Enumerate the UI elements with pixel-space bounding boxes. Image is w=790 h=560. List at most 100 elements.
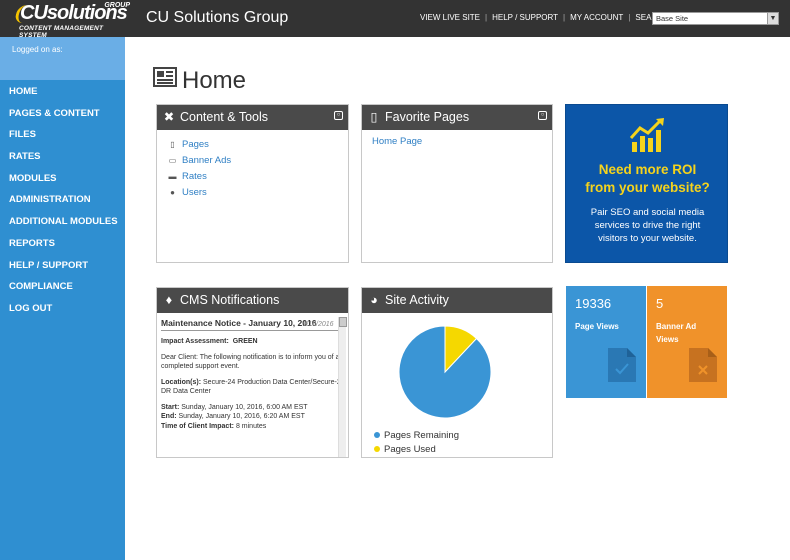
banner-ad-views-value: 5 bbox=[656, 296, 664, 311]
start-label: Start: bbox=[161, 403, 180, 411]
settings-icon[interactable]: ○ bbox=[538, 111, 547, 120]
growth-chart-icon bbox=[629, 118, 664, 152]
document-x-icon bbox=[689, 348, 717, 382]
impact-assessment: Impact Assessment: GREEN bbox=[161, 337, 346, 347]
stat-banner-ad-views[interactable]: 5 Banner Ad Views bbox=[647, 286, 727, 398]
notice-date: 1/10/2016 bbox=[302, 321, 334, 328]
settings-icon[interactable]: ○ bbox=[334, 111, 343, 120]
ad-headline-line: from your website? bbox=[585, 180, 710, 195]
favorite-pages-title: Favorite Pages bbox=[385, 110, 470, 124]
sidebar-nav: HOME PAGES & CONTENT FILES RATES MODULES… bbox=[0, 81, 125, 320]
location-label: Location(s): bbox=[161, 378, 202, 386]
notice-start: Start: Sunday, January 10, 2016, 6:00 AM… bbox=[161, 403, 346, 413]
sidebar-item-modules[interactable]: MODULES bbox=[0, 168, 125, 190]
scrollbar-thumb[interactable] bbox=[339, 317, 347, 327]
app-title: CU Solutions Group bbox=[146, 9, 289, 26]
cms-notifications-header: ♦ CMS Notifications bbox=[157, 288, 348, 313]
tool-label[interactable]: Pages bbox=[182, 139, 209, 150]
content-tools-panel: ✖ Content & Tools ○ ▯ Pages ▭ Banner Ads … bbox=[156, 104, 349, 263]
tools-icon: ✖ bbox=[163, 110, 175, 124]
legend-label: Pages Remaining bbox=[384, 429, 459, 441]
notice-intro: Dear Client: The following notification … bbox=[161, 353, 340, 371]
sidebar-item-reports[interactable]: REPORTS bbox=[0, 233, 125, 255]
tool-label[interactable]: Users bbox=[182, 187, 207, 198]
banner-ad-views-label: Banner Ad Views bbox=[656, 322, 697, 344]
help-support-link[interactable]: HELP / SUPPORT bbox=[492, 13, 558, 22]
legend-item-pages-remaining: Pages Remaining bbox=[374, 428, 459, 442]
rates-icon: ▬ bbox=[168, 171, 177, 181]
bell-icon: ♦ bbox=[165, 293, 173, 307]
banner-icon: ▭ bbox=[168, 155, 177, 165]
logged-on-label: Logged on as: bbox=[0, 37, 125, 80]
favorite-link-home-page[interactable]: Home Page bbox=[372, 136, 542, 147]
legend-item-pages-used: Pages Used bbox=[374, 442, 459, 456]
content-tools-body: ▯ Pages ▭ Banner Ads ▬ Rates ● Users bbox=[157, 130, 348, 205]
notice-times: Start: Sunday, January 10, 2016, 6:00 AM… bbox=[161, 403, 346, 432]
ad-body-line: Pair SEO and social media bbox=[590, 207, 705, 218]
sidebar-item-pages-content[interactable]: PAGES & CONTENT bbox=[0, 103, 125, 125]
newspaper-icon bbox=[153, 67, 177, 87]
chevron-down-icon[interactable]: ▼ bbox=[767, 13, 778, 24]
sidebar-item-log-out[interactable]: LOG OUT bbox=[0, 298, 125, 320]
tool-label[interactable]: Banner Ads bbox=[182, 155, 231, 166]
page-title: Home bbox=[182, 67, 247, 94]
start-value: Sunday, January 10, 2016, 6:00 AM EST bbox=[181, 403, 308, 411]
page-views-label: Page Views bbox=[575, 322, 619, 331]
sidebar-item-files[interactable]: FILES bbox=[0, 124, 125, 146]
site-select-value: Base Site bbox=[656, 14, 689, 23]
site-activity-header: ◕ Site Activity bbox=[362, 288, 552, 313]
users-icon: ● bbox=[170, 187, 175, 197]
sidebar-item-help-support[interactable]: HELP / SUPPORT bbox=[0, 255, 125, 277]
sidebar-item-home[interactable]: HOME bbox=[0, 81, 125, 103]
notice-title-text: Maintenance Notice - January 10, 2016 bbox=[161, 318, 317, 328]
logo[interactable]: CUsolutions GROUP CONTENT MANAGEMENT SYS… bbox=[13, 2, 130, 39]
sidebar-item-administration[interactable]: ADMINISTRATION bbox=[0, 189, 125, 211]
notice-title: Maintenance Notice - January 10, 20161/1… bbox=[161, 318, 346, 331]
document-check-icon bbox=[608, 348, 636, 382]
ad-body: Pair SEO and social media services to dr… bbox=[566, 206, 729, 245]
tool-item-rates[interactable]: ▬ Rates bbox=[167, 168, 338, 184]
impact-value: GREEN bbox=[232, 338, 258, 345]
view-live-site-link[interactable]: VIEW LIVE SITE bbox=[420, 13, 480, 22]
my-account-link[interactable]: MY ACCOUNT bbox=[570, 13, 623, 22]
tool-item-banner-ads[interactable]: ▭ Banner Ads bbox=[167, 152, 338, 168]
impact-label: Impact Assessment: bbox=[161, 338, 229, 345]
nav-separator: | bbox=[628, 13, 631, 22]
notification-content: Maintenance Notice - January 10, 20161/1… bbox=[157, 313, 350, 458]
time-value: 8 minutes bbox=[235, 422, 267, 430]
favorite-pages-panel: ▯ Favorite Pages ○ Home Page bbox=[361, 104, 553, 263]
tool-label[interactable]: Rates bbox=[182, 171, 207, 182]
time-label: Time of Client Impact: bbox=[161, 422, 234, 430]
top-bar: CUsolutions GROUP CONTENT MANAGEMENT SYS… bbox=[0, 0, 790, 39]
site-select[interactable]: Base Site ▼ bbox=[652, 12, 779, 25]
nav-separator: | bbox=[563, 13, 566, 22]
site-activity-title: Site Activity bbox=[385, 293, 449, 307]
top-nav: VIEW LIVE SITE | HELP / SUPPORT | MY ACC… bbox=[420, 13, 669, 22]
page-views-value: 19336 bbox=[575, 296, 612, 311]
content-tools-title: Content & Tools bbox=[180, 110, 269, 124]
pie-chart-icon: ◕ bbox=[370, 293, 378, 307]
tool-item-users[interactable]: ● Users bbox=[167, 184, 338, 200]
sidebar-item-compliance[interactable]: COMPLIANCE bbox=[0, 276, 125, 298]
notice-location: Location(s): Secure-24 Production Data C… bbox=[161, 378, 346, 397]
ad-body-line: services to drive the right bbox=[594, 220, 701, 231]
ad-body-line: visitors to your website. bbox=[598, 233, 697, 244]
notification-scrollbar[interactable] bbox=[338, 317, 347, 457]
sidebar: Logged on as: HOME PAGES & CONTENT FILES… bbox=[0, 37, 125, 560]
sidebar-item-rates[interactable]: RATES bbox=[0, 146, 125, 168]
ad-headline: Need more ROI from your website? bbox=[566, 161, 729, 197]
site-activity-panel: ◕ Site Activity Pages Remaining Pages Use… bbox=[361, 287, 553, 458]
document-icon: ▯ bbox=[370, 110, 378, 124]
tool-item-pages[interactable]: ▯ Pages bbox=[167, 136, 338, 152]
stat-page-views[interactable]: 19336 Page Views bbox=[566, 286, 646, 398]
pie-legend: Pages Remaining Pages Used bbox=[374, 428, 459, 456]
site-activity-pie-chart bbox=[398, 325, 492, 419]
notice-impact-time: Time of Client Impact: 8 minutes bbox=[161, 422, 346, 432]
content-tools-header: ✖ Content & Tools ○ bbox=[157, 105, 348, 130]
roi-ad-banner[interactable]: Need more ROI from your website? Pair SE… bbox=[565, 104, 728, 263]
sidebar-item-additional-modules[interactable]: ADDITIONAL MODULES bbox=[0, 211, 125, 233]
legend-dot-blue bbox=[374, 432, 380, 438]
legend-dot-yellow bbox=[374, 446, 380, 452]
page-icon: ▯ bbox=[170, 139, 175, 149]
nav-separator: | bbox=[485, 13, 488, 22]
